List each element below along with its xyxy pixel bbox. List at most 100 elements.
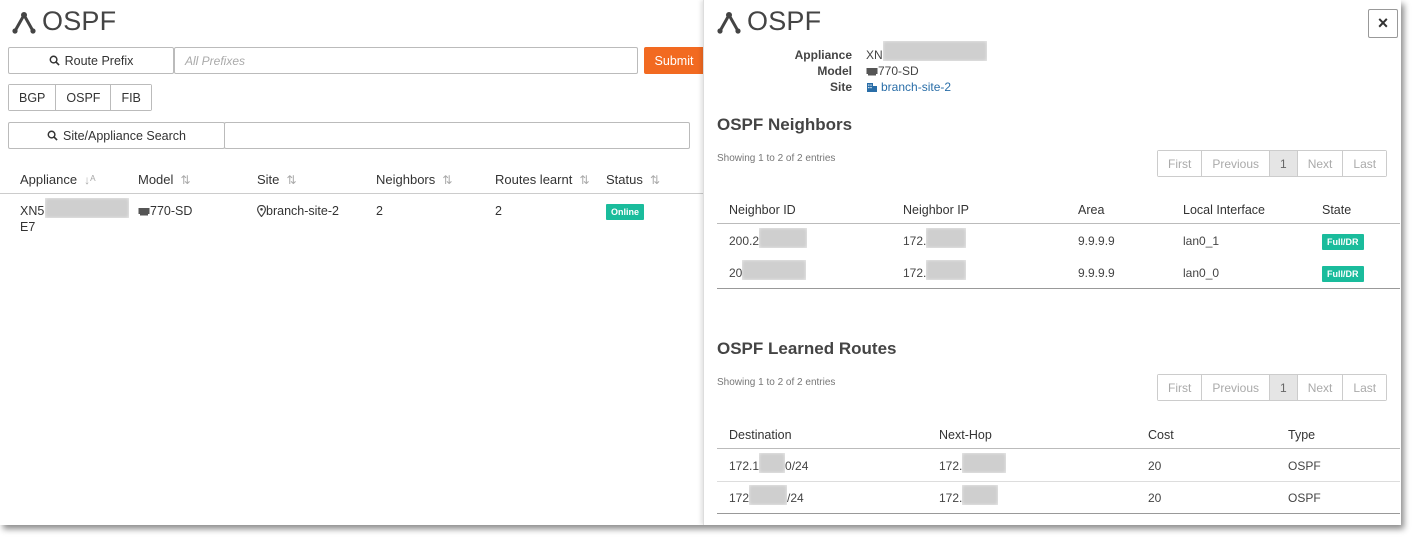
table-row[interactable]: 172/24 172. 20 OSPF [717, 482, 1400, 514]
neighbors-pager: First Previous 1 Next Last [1157, 150, 1388, 177]
table-row[interactable]: 172.1 0/24 172. 20 OSPF [717, 450, 1400, 482]
search-icon [47, 130, 58, 141]
col-state[interactable]: State [1322, 203, 1351, 217]
pager-next[interactable]: Next [1297, 375, 1344, 400]
area-cell: 9.9.9.9 [1078, 266, 1115, 280]
sort-icon: ⇅ [286, 172, 297, 187]
pager-last[interactable]: Last [1343, 375, 1387, 400]
interface-cell: lan0_1 [1183, 234, 1220, 248]
pager-previous[interactable]: Previous [1202, 375, 1271, 400]
site-search-label: Site/Appliance Search [63, 128, 186, 143]
next-hop-cell: 172. [939, 485, 999, 505]
col-local-interface[interactable]: Local Interface [1183, 203, 1265, 217]
prefix-input[interactable]: All Prefixes [174, 47, 638, 74]
state-cell: Full/DR [1322, 266, 1364, 282]
routes-pager: First Previous 1 Next Last [1157, 374, 1388, 401]
redaction [759, 228, 808, 248]
redaction [882, 41, 987, 61]
ospf-detail-panel: OSPF × Appliance XN Model 770-SD Site br… [703, 0, 1401, 525]
sort-icon: ⇅ [180, 172, 191, 187]
page-title: OSPF [12, 6, 116, 37]
col-neighbor-id[interactable]: Neighbor ID [729, 203, 796, 217]
col-destination[interactable]: Destination [729, 428, 792, 442]
col-status[interactable]: Status ⇅ [606, 172, 660, 187]
interface-cell: lan0_0 [1183, 266, 1220, 280]
building-icon [867, 83, 877, 92]
model-value: 770-SD [866, 64, 919, 78]
page-title-text: OSPF [42, 6, 117, 36]
appliance-icon [866, 67, 878, 75]
screen-frame: OSPF Route Prefix All Prefixes Submit BG… [0, 0, 1401, 525]
routes-table: Destination Next-Hop Cost Type 172.1 0/24… [717, 421, 1400, 516]
route-prefix-label: Route Prefix [64, 53, 134, 68]
routes-cell: 2 [495, 204, 502, 218]
pager-last[interactable]: Last [1343, 151, 1387, 176]
state-cell: Full/DR [1322, 234, 1364, 250]
col-model[interactable]: Model ⇅ [138, 172, 190, 187]
destination-cell: 172/24 [729, 485, 804, 505]
site-label: Site [829, 80, 852, 94]
cost-cell: 20 [1148, 491, 1162, 505]
redaction [45, 197, 130, 218]
panel-title-text: OSPF [747, 6, 822, 36]
type-cell: OSPF [1288, 459, 1321, 473]
state-badge: Full/DR [1322, 266, 1364, 282]
col-cost[interactable]: Cost [1148, 428, 1174, 442]
close-button[interactable]: × [1368, 9, 1398, 38]
ospf-topology-icon [12, 11, 36, 34]
sort-icon: ⇅ [649, 172, 660, 187]
pager-next[interactable]: Next [1297, 151, 1344, 176]
site-search-input[interactable] [224, 122, 690, 149]
redaction [749, 485, 788, 505]
type-cell: OSPF [1288, 491, 1321, 505]
status-badge: Online [606, 204, 645, 220]
tab-bgp[interactable]: BGP [9, 85, 57, 110]
col-neighbor-ip[interactable]: Neighbor IP [903, 203, 969, 217]
table-row[interactable]: 200.2 172. 9.9.9.9 lan0_1 Full/DR [717, 225, 1400, 257]
redaction [962, 453, 1007, 473]
submit-button[interactable]: Submit [644, 47, 704, 74]
neighbors-title: OSPF Neighbors [717, 115, 853, 134]
site-cell[interactable]: branch-site-2 [257, 204, 339, 218]
neighbor-ip-cell: 172. [903, 260, 967, 280]
pager-first[interactable]: First [1158, 375, 1203, 400]
col-type[interactable]: Type [1288, 428, 1315, 442]
col-area[interactable]: Area [1078, 203, 1104, 217]
routes-title: OSPF Learned Routes [717, 339, 897, 358]
destination-cell: 172.1 0/24 [729, 453, 808, 473]
col-appliance[interactable]: Appliance ↓ᴬ [20, 172, 96, 187]
appliance-value: XN [866, 41, 987, 62]
pager-first[interactable]: First [1158, 151, 1203, 176]
neighbors-table: Neighbor ID Neighbor IP Area Local Inter… [717, 196, 1400, 291]
routes-table-header: Destination Next-Hop Cost Type [717, 421, 1400, 449]
appliance-table-header: Appliance ↓ᴬ Model ⇅ Site ⇅ Neighbors ⇅ Rout… [0, 166, 703, 194]
location-pin-icon [257, 205, 266, 217]
sort-icon: ⇅ [442, 172, 453, 187]
routes-showing: Showing 1 to 2 of 2 entries [717, 377, 836, 388]
area-cell: 9.9.9.9 [1078, 234, 1115, 248]
site-value[interactable]: branch-site-2 [866, 80, 951, 94]
ospf-topology-icon [717, 11, 741, 34]
protocol-tabs: BGP OSPF FIB [8, 84, 152, 111]
neighbor-ip-cell: 172. [903, 228, 967, 248]
state-badge: Full/DR [1322, 234, 1364, 250]
col-next-hop[interactable]: Next-Hop [939, 428, 992, 442]
pager-page-1[interactable]: 1 [1270, 375, 1298, 400]
sort-az-icon: ↓ᴬ [84, 172, 96, 187]
model-cell: 770-SD [138, 204, 192, 218]
col-routes[interactable]: Routes learnt ⇅ [495, 172, 589, 187]
neighbors-showing: Showing 1 to 2 of 2 entries [717, 153, 836, 164]
appliance-cell-line2: E7 [20, 220, 36, 234]
route-prefix-button[interactable]: Route Prefix [8, 47, 174, 74]
neighbor-id-cell: 200.2 [729, 228, 808, 248]
col-neighbors[interactable]: Neighbors ⇅ [376, 172, 452, 187]
col-site[interactable]: Site ⇅ [257, 172, 296, 187]
search-icon [49, 55, 60, 66]
table-row[interactable]: 20 172. 9.9.9.9 lan0_0 Full/DR [717, 257, 1400, 289]
pager-previous[interactable]: Previous [1202, 151, 1271, 176]
pager-page-1[interactable]: 1 [1270, 151, 1298, 176]
site-search-button[interactable]: Site/Appliance Search [8, 122, 225, 149]
tab-ospf[interactable]: OSPF [56, 85, 112, 110]
tab-fib[interactable]: FIB [111, 85, 151, 110]
panel-title: OSPF [717, 6, 821, 37]
